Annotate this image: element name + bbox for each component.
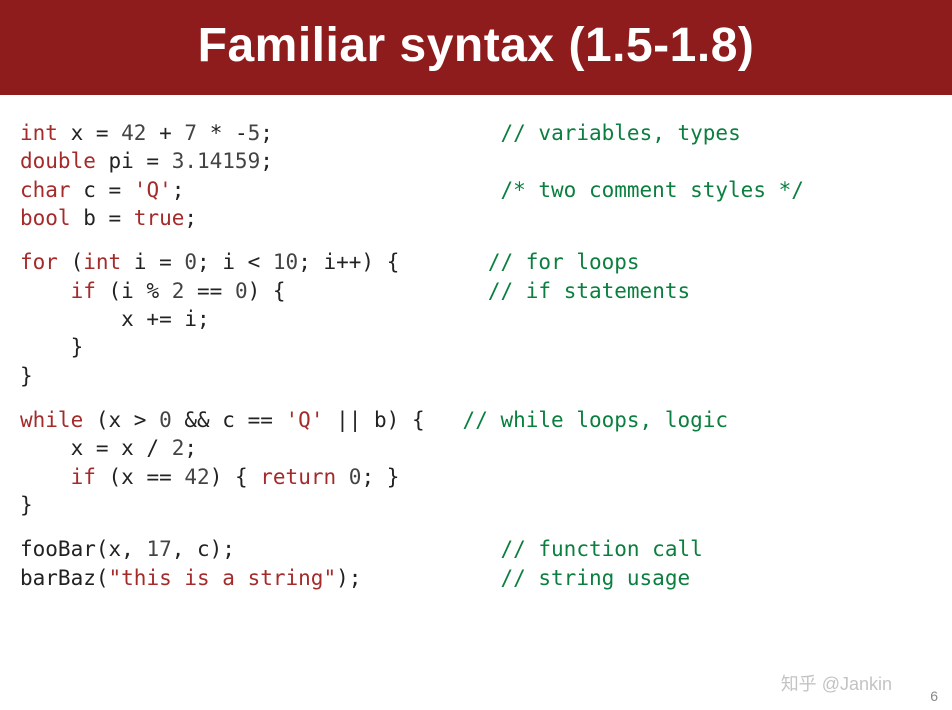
token-kw: int bbox=[20, 121, 58, 145]
token: ; i < bbox=[197, 250, 273, 274]
token-str: 'Q' bbox=[286, 408, 324, 432]
token-kw: if bbox=[71, 279, 96, 303]
page-number: 6 bbox=[930, 688, 938, 704]
token-cmt: /* two comment styles */ bbox=[500, 178, 803, 202]
token: x += i; bbox=[20, 307, 210, 331]
token-kw: return bbox=[260, 465, 336, 489]
token: ; } bbox=[361, 465, 399, 489]
token: ; bbox=[260, 149, 273, 173]
token-cmt: // string usage bbox=[500, 566, 690, 590]
blank-line bbox=[20, 390, 932, 406]
token-num: 42 bbox=[184, 465, 209, 489]
code-line: fooBar(x, 17, c); // function call bbox=[20, 535, 932, 563]
token: ; bbox=[184, 436, 197, 460]
code-block: int x = 42 + 7 * -5; // variables, types… bbox=[20, 119, 932, 592]
code-line: x = x / 2; bbox=[20, 434, 932, 462]
token: ; bbox=[172, 178, 501, 202]
token: ) { bbox=[210, 465, 261, 489]
token-kw: if bbox=[71, 465, 96, 489]
token bbox=[336, 465, 349, 489]
token-cmt: // variables, types bbox=[501, 121, 741, 145]
token: && c == bbox=[172, 408, 286, 432]
token-num: 0 bbox=[184, 250, 197, 274]
token: ) { bbox=[248, 279, 488, 303]
token-cmt: // if statements bbox=[488, 279, 690, 303]
token-num: 0 bbox=[159, 408, 172, 432]
code-line: if (x == 42) { return 0; } bbox=[20, 463, 932, 491]
token-num: 10 bbox=[273, 250, 298, 274]
token: (x > bbox=[83, 408, 159, 432]
token: c = bbox=[71, 178, 134, 202]
code-line: char c = 'Q'; /* two comment styles */ bbox=[20, 176, 932, 204]
token: (x == bbox=[96, 465, 185, 489]
token-num: 7 bbox=[184, 121, 197, 145]
token-str: "this is a string" bbox=[109, 566, 337, 590]
code-line: } bbox=[20, 362, 932, 390]
token: (i % bbox=[96, 279, 172, 303]
token-cmt: // for loops bbox=[488, 250, 640, 274]
token: ; bbox=[184, 206, 197, 230]
code-line: if (i % 2 == 0) { // if statements bbox=[20, 277, 932, 305]
slide-title: Familiar syntax (1.5-1.8) bbox=[0, 0, 952, 95]
token: ( bbox=[58, 250, 83, 274]
code-line: } bbox=[20, 333, 932, 361]
token: } bbox=[20, 493, 33, 517]
token: || b) { bbox=[323, 408, 462, 432]
token-num: 42 bbox=[121, 121, 146, 145]
token-kw: char bbox=[20, 178, 71, 202]
token: , c); bbox=[172, 537, 501, 561]
token-str: 'Q' bbox=[134, 178, 172, 202]
token: == bbox=[184, 279, 235, 303]
token: b = bbox=[71, 206, 134, 230]
token: } bbox=[20, 335, 83, 359]
code-line: x += i; bbox=[20, 305, 932, 333]
token: barBaz( bbox=[20, 566, 109, 590]
token-kw: bool bbox=[20, 206, 71, 230]
token-kw: while bbox=[20, 408, 83, 432]
token: * - bbox=[197, 121, 248, 145]
token bbox=[20, 465, 71, 489]
token-num: 2 bbox=[172, 279, 185, 303]
token: x = x / bbox=[20, 436, 172, 460]
token-num: 5 bbox=[248, 121, 261, 145]
blank-line bbox=[20, 232, 932, 248]
token: x = bbox=[58, 121, 121, 145]
slide-content: int x = 42 + 7 * -5; // variables, types… bbox=[0, 95, 952, 592]
watermark: 知乎 @Jankin bbox=[781, 670, 892, 696]
token: } bbox=[20, 364, 33, 388]
code-line: barBaz("this is a string"); // string us… bbox=[20, 564, 932, 592]
code-line: double pi = 3.14159; bbox=[20, 147, 932, 175]
code-line: bool b = true; bbox=[20, 204, 932, 232]
token-num: 0 bbox=[349, 465, 362, 489]
token-cmt: // while loops, logic bbox=[463, 408, 729, 432]
token: ); bbox=[336, 566, 500, 590]
token-num: 17 bbox=[146, 537, 171, 561]
token-num: 0 bbox=[235, 279, 248, 303]
token-kw: int bbox=[83, 250, 121, 274]
code-line: } bbox=[20, 491, 932, 519]
code-line: for (int i = 0; i < 10; i++) { // for lo… bbox=[20, 248, 932, 276]
token-kw: double bbox=[20, 149, 96, 173]
token: pi = bbox=[96, 149, 172, 173]
token bbox=[20, 279, 71, 303]
token-num: 3.14159 bbox=[172, 149, 261, 173]
token: ; bbox=[260, 121, 500, 145]
code-line: int x = 42 + 7 * -5; // variables, types bbox=[20, 119, 932, 147]
code-line: while (x > 0 && c == 'Q' || b) { // whil… bbox=[20, 406, 932, 434]
token-cmt: // function call bbox=[500, 537, 702, 561]
token: i = bbox=[121, 250, 184, 274]
token-num: 2 bbox=[172, 436, 185, 460]
token-kw: true bbox=[134, 206, 185, 230]
token: + bbox=[146, 121, 184, 145]
token-kw: for bbox=[20, 250, 58, 274]
blank-line bbox=[20, 519, 932, 535]
token: fooBar(x, bbox=[20, 537, 146, 561]
token: ; i++) { bbox=[298, 250, 488, 274]
